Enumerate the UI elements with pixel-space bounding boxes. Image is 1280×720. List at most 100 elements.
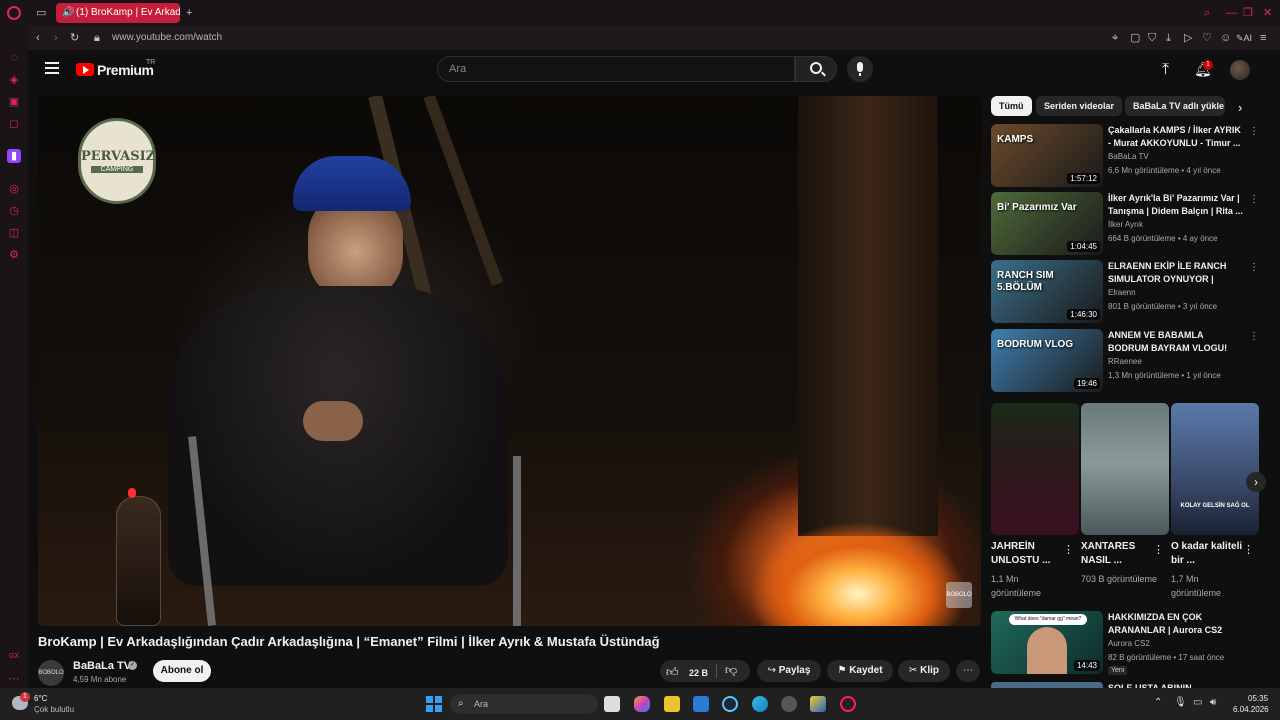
pin-icon[interactable]: ⌖ [1112,31,1118,45]
opera-gx-icon[interactable] [840,696,856,712]
heart-icon[interactable]: ♡ [1202,31,1212,45]
clip-button[interactable]: ✂ Klip [898,660,950,682]
save-button[interactable]: ⚑ Kaydet [827,660,893,682]
history-icon[interactable]: ◷ [7,204,21,218]
new-badge: Yeni [1108,666,1128,675]
maximize-icon[interactable]: ❐ [1243,6,1253,20]
recommendation-item[interactable]: Bi' Pazarımız Var 1:04:45 İlker Ayrık'la B… [991,192,1261,256]
taskbar-search[interactable]: Ara [450,694,598,714]
instagram-icon[interactable]: ◻ [7,117,21,131]
task-view-icon[interactable] [604,696,620,712]
short-menu-icon[interactable]: ⋮ [1153,543,1164,556]
more-options-icon[interactable]: ⋮ [1249,194,1259,205]
clock-date[interactable]: 6.04.2026 [1233,705,1269,714]
recommendation-channel: RRaenee [1108,357,1142,366]
recommendation-item[interactable]: KAMPS 1:57:12 Çakallarla KAMPS / İlker AYR… [991,124,1261,188]
more-actions-button[interactable]: ⋯ [956,660,980,682]
share-button[interactable]: ↪ Paylaş [757,660,821,682]
microphone-tray-icon[interactable]: 🎙︎ [1174,697,1187,708]
gx-icon[interactable]: GX [7,650,21,664]
windows-start-icon[interactable] [426,696,442,712]
player-icon[interactable]: ◎ [7,182,21,196]
upload-icon[interactable]: ⤒ [1162,61,1169,79]
short-title[interactable]: O kadar kaliteli bir ... [1171,540,1246,568]
chip-series[interactable]: Seriden videolar [1036,96,1123,116]
opera-logo-icon[interactable] [7,6,21,20]
recommendation-item[interactable]: BODRUM VLOG 19:46 ANNEM VE BABAMLA BODRUM … [991,329,1261,393]
short-thumbnail[interactable] [1081,403,1169,535]
play-icon[interactable]: ▷ [1184,31,1192,45]
user-avatar[interactable] [1230,60,1250,80]
show-hidden-icons[interactable]: ⌃ [1154,697,1162,708]
shield-icon[interactable]: ⛉ [1148,31,1156,45]
microphone-icon [857,62,863,72]
copilot-icon[interactable] [634,696,650,712]
search-input[interactable]: Ara [437,56,795,82]
download-icon[interactable]: ⤓ [1166,31,1171,45]
recommendation-item[interactable]: RANCH SIM 5.BÖLÜM 1:46:30 ELRAENN EKİP İLE… [991,260,1261,324]
twitch-icon[interactable]: ▮ [7,149,21,163]
edge-icon[interactable] [752,696,768,712]
subscribe-button[interactable]: Abone ol [153,660,211,682]
minimize-icon[interactable]: — [1226,6,1237,20]
tab-manager-icon[interactable]: ▭ [36,6,46,20]
short-menu-icon[interactable]: ⋮ [1243,543,1254,556]
voice-search-button[interactable] [847,56,873,82]
video-player[interactable]: PERVASIZ CAMPING BOBOLO [38,96,981,626]
account-icon[interactable]: ☺ [1220,31,1231,45]
more-options-icon[interactable]: ⋮ [1249,331,1259,342]
recommendation-meta: 82 B görüntüleme • 17 saat önce [1108,653,1225,662]
short-menu-icon[interactable]: ⋮ [1063,543,1074,556]
more-options-icon[interactable]: ⋮ [1249,262,1259,273]
clock-time[interactable]: 05:35 [1248,694,1268,703]
chip-channel-uploads[interactable]: BaBaLa TV adlı yükle [1125,96,1225,116]
search-tabs-icon[interactable]: ⌕ [1204,6,1210,20]
thumbs-down-icon[interactable]: 👎︎ [725,663,737,678]
chevron-right-icon[interactable]: › [1238,100,1242,115]
ai-button[interactable]: ✎AI [1236,31,1252,45]
like-button[interactable]: 👍︎ 22 B [666,663,716,679]
channel-name[interactable]: BaBaLa TV [73,660,131,672]
messenger-icon[interactable]: ▣ [7,95,21,109]
short-thumbnail[interactable] [991,403,1079,535]
notes-icon[interactable] [810,696,826,712]
close-window-icon[interactable]: ✕ [1263,6,1272,20]
channel-avatar[interactable]: BOBOLO [38,660,64,686]
chip-all[interactable]: Tümü [991,96,1032,116]
crypto-wallet-icon[interactable]: ◈ [7,73,21,87]
short-thumbnail[interactable]: KOLAY GELSİN SAĞ OL [1171,403,1259,535]
new-tab-icon[interactable]: + [186,6,192,20]
camping-logo: PERVASIZ CAMPING [78,118,156,204]
notification-badge: 1 [1203,60,1213,70]
hamburger-menu-icon[interactable] [45,62,59,74]
search-button[interactable] [795,56,837,82]
aria-icon[interactable]: ◌ [7,51,21,65]
pinboard-icon[interactable]: ◫ [7,226,21,240]
video-thumbnail: What does "damar gg" mean? 14:43 [991,611,1103,674]
steam-icon[interactable] [722,696,738,712]
browser-tab-active[interactable]: 🔊 (1) BroKamp | Ev Arkada [56,3,180,23]
back-icon[interactable]: ‹ [36,31,40,45]
recommendation-title: ELRAENN EKİP İLE RANCH SIMULATOR OYNUYOR… [1108,261,1227,284]
url-field[interactable]: www.youtube.com/watch [112,32,222,43]
more-options-icon[interactable]: ⋮ [1249,126,1259,137]
scrollbar[interactable] [1272,56,1278,688]
reload-icon[interactable]: ↻ [70,31,79,45]
file-explorer-icon[interactable] [664,696,680,712]
speaker-icon[interactable]: 🔊 [62,3,74,23]
channel-watermark[interactable]: BOBOLO [946,582,972,608]
settings-icon[interactable]: ⚙ [7,248,21,262]
shorts-next-button[interactable]: › [1246,472,1266,492]
browser-menu-icon[interactable]: ≡ [1260,31,1266,45]
store-icon[interactable] [693,696,709,712]
network-icon[interactable]: ▭ [1193,697,1202,708]
forward-icon[interactable]: › [54,31,58,45]
volume-icon[interactable]: 🔊︎ [1210,697,1216,708]
weather-badge: 1 [20,692,30,702]
short-title[interactable]: JAHREİN UNLOSTU ... [991,540,1066,568]
recommendation-item[interactable]: What does "damar gg" mean? 14:43 HAKKIMI… [991,611,1261,675]
more-sidebar-icon[interactable]: ⋯ [7,672,21,686]
short-title[interactable]: XANTARES NASIL ... [1081,540,1156,568]
app-icon[interactable] [781,696,797,712]
snapshot-icon[interactable]: ▢ [1130,31,1140,45]
